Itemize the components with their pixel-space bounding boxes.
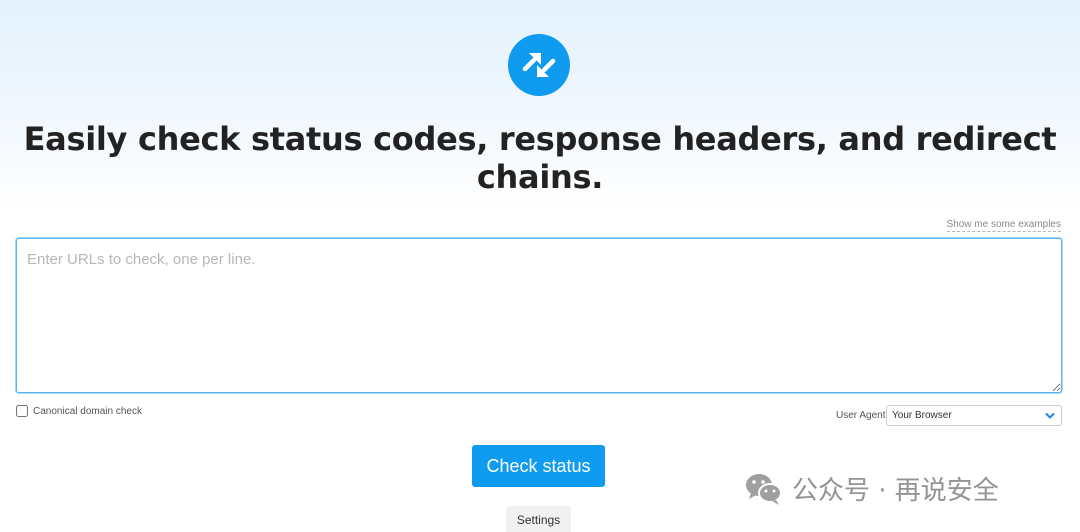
watermark-text: 公众号 · 再说安全 xyxy=(792,476,999,506)
headline-bold-status-codes: status codes xyxy=(251,120,477,158)
user-agent-select[interactable]: Your Browser xyxy=(886,405,1062,426)
check-status-button[interactable]: Check status xyxy=(472,445,605,487)
show-examples-link[interactable]: Show me some examples xyxy=(946,219,1061,232)
settings-button[interactable]: Settings xyxy=(506,506,571,532)
chevron-down-icon xyxy=(1045,412,1055,420)
user-agent-label: User Agent: xyxy=(836,410,889,421)
headline-text: , xyxy=(476,120,499,158)
url-input[interactable] xyxy=(16,238,1062,393)
user-agent-selected: Your Browser xyxy=(892,410,952,421)
page: Easily check status codes, response head… xyxy=(0,0,1080,532)
logo xyxy=(508,34,570,96)
wechat-icon xyxy=(746,473,782,505)
watermark: 公众号 · 再说安全 xyxy=(744,470,999,507)
canonical-domain-check[interactable]: Canonical domain check xyxy=(16,405,142,417)
headline-text: Easily check xyxy=(23,120,251,158)
canonical-checkbox[interactable] xyxy=(16,405,28,417)
headline-bold-response-headers: response headers xyxy=(498,120,816,158)
canonical-label: Canonical domain check xyxy=(33,405,142,417)
headline-text: , and xyxy=(815,120,916,158)
headline-text: . xyxy=(591,158,604,196)
arrows-in-out-icon xyxy=(522,53,556,77)
headline: Easily check status codes, response head… xyxy=(0,120,1080,196)
